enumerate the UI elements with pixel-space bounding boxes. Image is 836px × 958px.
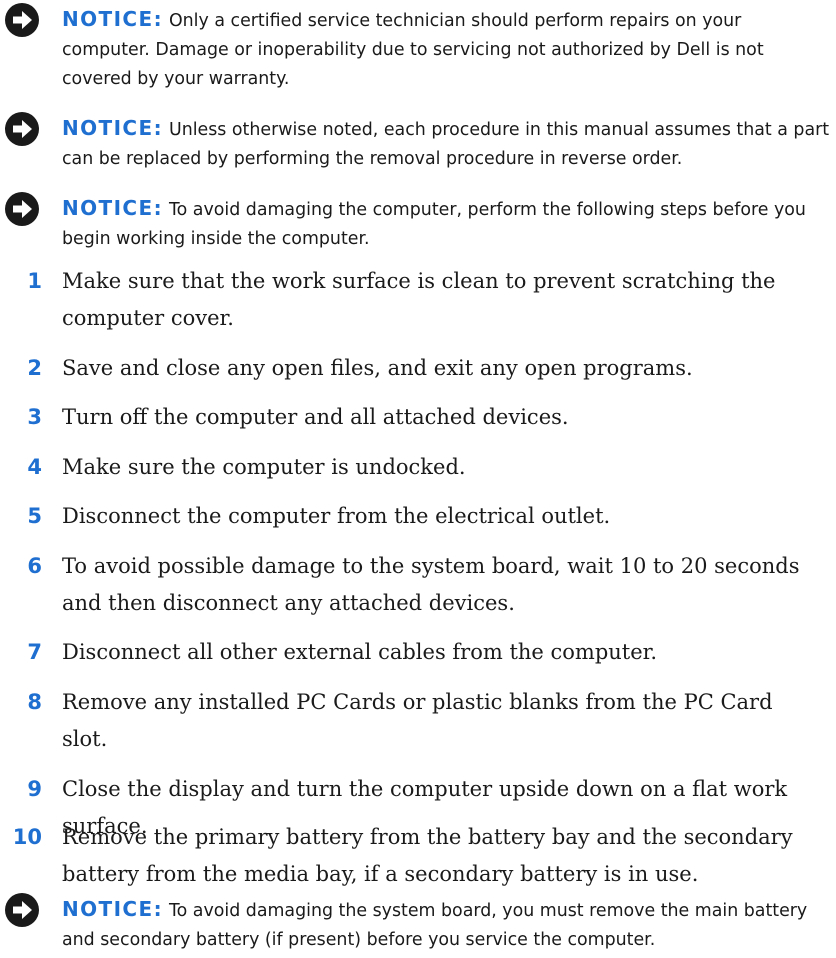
- step-number: 7: [27, 640, 42, 664]
- step-text: Disconnect all other external cables fro…: [62, 640, 658, 664]
- notice-label: NOTICE:: [62, 897, 163, 921]
- step-number: 9: [27, 777, 42, 801]
- step-number: 3: [27, 405, 42, 429]
- notice-arrow-icon: [5, 3, 39, 37]
- step-number: 8: [27, 690, 42, 714]
- notice-body: To avoid damaging the system board, you …: [62, 901, 808, 950]
- manual-page: NOTICE: Only a certified service technici…: [0, 0, 836, 958]
- step-number: 6: [27, 554, 42, 578]
- step-text: To avoid possible damage to the system b…: [62, 554, 800, 615]
- notice-text: NOTICE: To avoid damaging the computer, p…: [62, 194, 832, 254]
- notice-text: NOTICE: Unless otherwise noted, each proc…: [62, 114, 832, 174]
- step-number: 1: [27, 269, 42, 293]
- step-text: Make sure the computer is undocked.: [62, 455, 466, 479]
- notice-body: To avoid damaging the computer, perform …: [62, 200, 806, 249]
- step-number: 4: [27, 455, 42, 479]
- step-number: 10: [12, 825, 42, 849]
- notice-text: NOTICE: Only a certified service technici…: [62, 5, 832, 94]
- step-text: Remove any installed PC Cards or plastic…: [62, 690, 773, 751]
- step-text: Save and close any open files, and exit …: [62, 356, 693, 380]
- notice-body: Only a certified service technician shou…: [62, 11, 764, 89]
- step-number: 2: [27, 356, 42, 380]
- notice-label: NOTICE:: [62, 7, 163, 31]
- notice-body: Unless otherwise noted, each procedure i…: [62, 120, 830, 169]
- notice-arrow-icon: [5, 112, 39, 146]
- notice-label: NOTICE:: [62, 196, 163, 220]
- step-text: Disconnect the computer from the electri…: [62, 504, 611, 528]
- step-number: 5: [27, 504, 42, 528]
- notice-label: NOTICE:: [62, 116, 163, 140]
- step-text: Turn off the computer and all attached d…: [62, 405, 569, 429]
- notice-text: NOTICE: To avoid damaging the system boar…: [62, 895, 832, 955]
- notice-arrow-icon: [5, 893, 39, 927]
- notice-arrow-icon: [5, 192, 39, 226]
- step-text: Remove the primary battery from the batt…: [62, 825, 793, 886]
- step-text: Make sure that the work surface is clean…: [62, 269, 776, 330]
